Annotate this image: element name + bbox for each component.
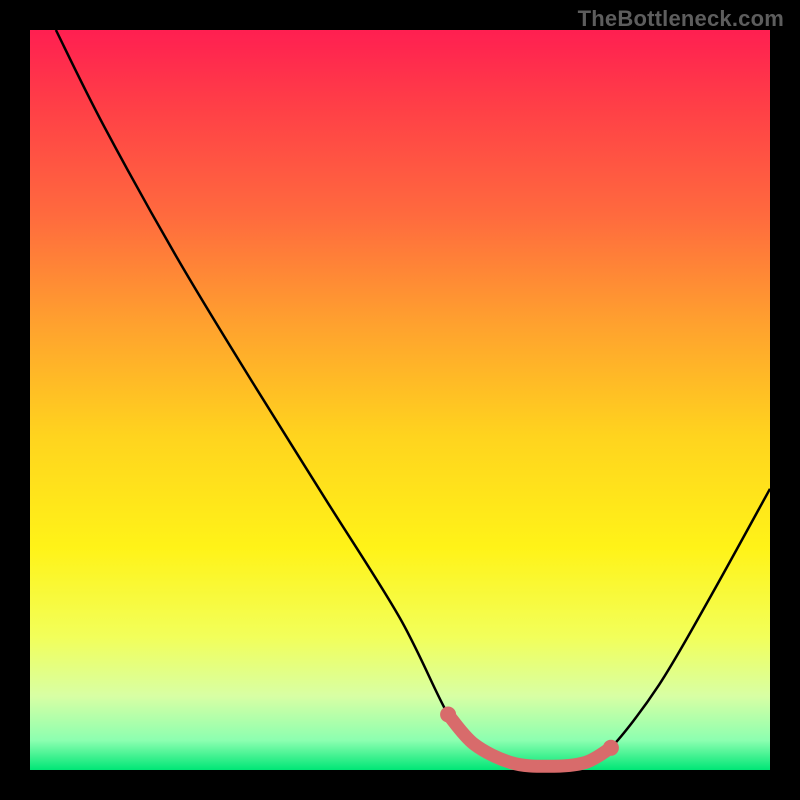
curve-layer	[30, 30, 770, 770]
gradient-plot-area	[30, 30, 770, 770]
app-frame: TheBottleneck.com	[0, 0, 800, 800]
highlight-endpoint-dot	[603, 740, 619, 756]
highlight-endpoint-dot	[440, 707, 456, 723]
watermark-text: TheBottleneck.com	[578, 6, 784, 32]
bottleneck-curve	[56, 30, 770, 766]
highlight-minimum-segment	[448, 715, 611, 767]
